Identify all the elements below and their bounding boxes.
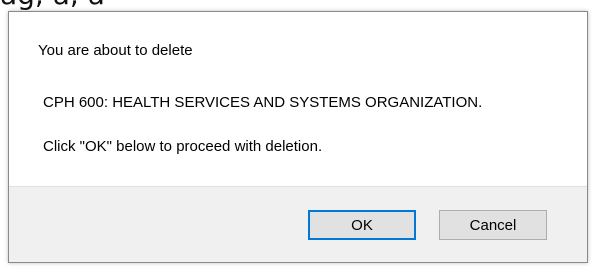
dialog-button-bar: OK Cancel <box>9 186 587 262</box>
dialog-message-course-name: CPH 600: HEALTH SERVICES AND SYSTEMS ORG… <box>43 94 483 111</box>
cancel-button[interactable]: Cancel <box>439 210 547 240</box>
delete-confirm-dialog: You are about to delete CPH 600: HEALTH … <box>8 11 588 263</box>
dialog-message-line-1: You are about to delete <box>38 42 193 59</box>
ok-button[interactable]: OK <box>308 210 416 240</box>
dialog-message-instruction: Click "OK" below to proceed with deletio… <box>43 138 323 155</box>
